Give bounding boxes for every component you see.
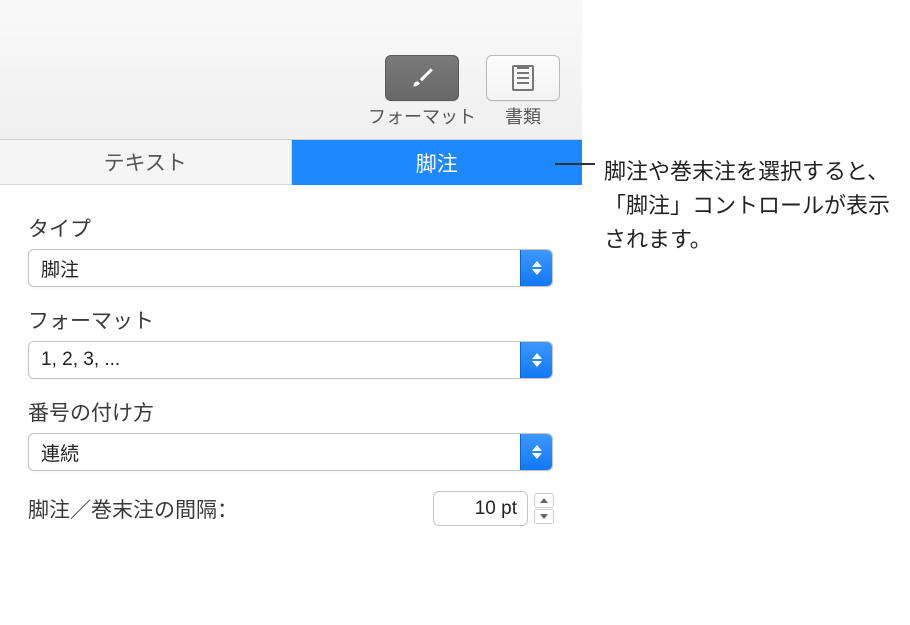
field-numbering: 番号の付け方 連続 <box>28 397 554 471</box>
field-type: タイプ 脚注 <box>28 213 554 287</box>
brush-icon <box>409 65 435 91</box>
toolbar-item-document[interactable]: 書類 <box>486 55 560 129</box>
panel-content: タイプ 脚注 フォーマット 1, 2, 3, ... 番号の付け方 <box>0 185 582 526</box>
document-button[interactable] <box>486 55 560 101</box>
chevron-down-icon <box>540 514 548 519</box>
tab-label: テキスト <box>104 147 187 177</box>
type-value: 脚注 <box>29 255 520 282</box>
type-label: タイプ <box>28 213 554 243</box>
tabs-row: テキスト 脚注 <box>0 140 582 185</box>
spacing-value: 10 pt <box>475 498 517 520</box>
callout-text: 脚注や巻末注を選択すると、「脚注」コントロールが表示されます。 <box>582 155 892 257</box>
inspector-panel: フォーマット 書類 テキスト 脚注 タイプ 脚注 <box>0 0 582 625</box>
format-select[interactable]: 1, 2, 3, ... <box>28 341 553 379</box>
stepper-down-button[interactable] <box>534 509 554 524</box>
format-label: フォーマット <box>368 103 476 129</box>
tab-label: 脚注 <box>416 148 458 178</box>
numbering-value: 連続 <box>29 439 520 466</box>
chevron-up-icon <box>540 498 548 503</box>
format-button[interactable] <box>385 55 459 101</box>
spacing-label: 脚注／巻末注の間隔： <box>28 494 433 524</box>
toolbar: フォーマット 書類 <box>0 0 582 140</box>
spacing-stepper <box>534 493 554 524</box>
toolbar-item-format[interactable]: フォーマット <box>368 55 476 129</box>
type-select[interactable]: 脚注 <box>28 249 553 287</box>
format-value: 1, 2, 3, ... <box>29 349 520 371</box>
field-format: フォーマット 1, 2, 3, ... <box>28 305 554 379</box>
chevron-updown-icon <box>520 250 552 286</box>
numbering-select[interactable]: 連続 <box>28 433 553 471</box>
tab-text[interactable]: テキスト <box>0 140 292 185</box>
chevron-updown-icon <box>520 342 552 378</box>
numbering-label: 番号の付け方 <box>28 397 554 427</box>
document-icon <box>512 65 534 91</box>
document-label: 書類 <box>505 103 541 129</box>
tab-footnotes[interactable]: 脚注 <box>292 140 583 185</box>
stepper-up-button[interactable] <box>534 493 554 508</box>
field-spacing: 脚注／巻末注の間隔： 10 pt <box>28 491 554 526</box>
spacing-input[interactable]: 10 pt <box>433 491 528 526</box>
format-label: フォーマット <box>28 305 554 335</box>
toolbar-group: フォーマット 書類 <box>368 55 560 129</box>
chevron-updown-icon <box>520 434 552 470</box>
